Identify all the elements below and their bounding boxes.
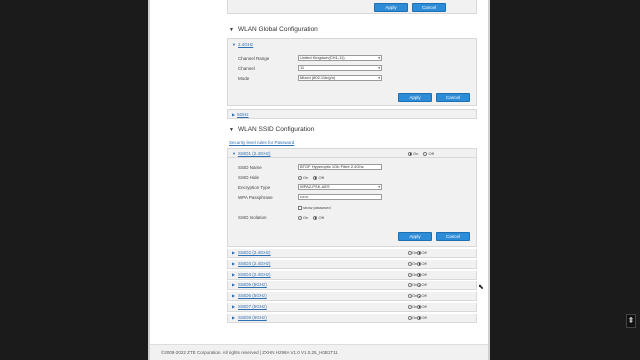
wlan-global-title[interactable]: ▼ WLAN Global Configuration	[229, 26, 318, 33]
channel-range-label: Channel Range	[238, 56, 270, 61]
chevron-down-icon: ▾	[378, 76, 380, 80]
checkbox-icon[interactable]	[298, 205, 302, 210]
channel-select[interactable]: 11 ▾	[298, 65, 382, 71]
ssid-row-label[interactable]: SSID6 (5GHz)	[238, 293, 267, 298]
band-24-header[interactable]: ▼ 2.4GHz	[228, 41, 476, 49]
band-5-header[interactable]: ▶ 5GHz	[228, 111, 476, 119]
radio-on-icon[interactable]	[408, 315, 412, 320]
chevron-down-icon: ▾	[378, 66, 380, 70]
ssid-row-radio[interactable]: On Off	[408, 304, 427, 309]
wlan-global-panel: ▼ 2.4GHz Channel Range United Kingdom(CH1…	[227, 38, 477, 106]
ssid-row[interactable]: ▶ SSID5 (5GHz) On Off	[227, 281, 477, 291]
radio-on-icon[interactable]	[298, 175, 302, 180]
wlan-ssid-title[interactable]: ▼ WLAN SSID Configuration	[229, 126, 314, 133]
isolation-label: SSID Isolation	[238, 215, 267, 220]
chevron-down-icon: ▾	[378, 56, 380, 60]
channel-label: Channel	[238, 66, 255, 71]
ssid-row[interactable]: ▶ SSID3 (2.4GHz) On Off	[227, 259, 477, 269]
channel-range-select[interactable]: United Kingdom(CH1-11) ▾	[298, 55, 382, 61]
radio-on-icon[interactable]	[408, 250, 412, 255]
expand-triangle-icon: ▶	[232, 271, 236, 277]
radio-off-icon[interactable]	[423, 151, 428, 156]
expand-triangle-icon: ▶	[232, 250, 236, 255]
ssid-row-label[interactable]: SSID2 (2.4GHz)	[238, 250, 271, 255]
passphrase-label: WPA Passphrase	[238, 195, 273, 200]
chevron-down-icon: ▾	[378, 185, 380, 189]
ssid-row-label[interactable]: SSID3 (2.4GHz)	[238, 261, 271, 266]
left-background	[0, 0, 150, 360]
top-apply-button[interactable]: Apply	[374, 3, 408, 12]
show-password-checkbox[interactable]: show password	[298, 205, 335, 210]
ssid-row-radio[interactable]: On Off	[408, 261, 427, 266]
expand-triangle-icon: ▼	[232, 42, 236, 47]
ssid-row-radio[interactable]: On Off	[408, 315, 427, 320]
mode-select[interactable]: Mixed (802.11b/g/n) ▾	[298, 75, 382, 81]
passphrase-input[interactable]: ••••••	[298, 194, 382, 200]
collapse-triangle-icon: ▼	[229, 27, 234, 33]
ssid-row-radio[interactable]: On Off	[408, 293, 427, 298]
ssid-name-label: SSID Name	[238, 165, 262, 170]
copyright-text: ©2008-2022 ZTE Corporation. All rights r…	[161, 350, 338, 355]
radio-on-icon[interactable]	[408, 261, 412, 266]
ssid-row-radio[interactable]: On Off	[408, 272, 427, 277]
band-5-panel: ▶ 5GHz	[227, 109, 477, 119]
radio-off-icon[interactable]	[313, 215, 318, 220]
ssid1-cancel-button[interactable]: Cancel	[436, 232, 470, 241]
expand-triangle-icon: ▶	[232, 293, 236, 299]
ssid1-enable-radio[interactable]: On Off	[408, 151, 438, 156]
expand-triangle-icon: ▶	[232, 304, 236, 309]
right-background	[488, 0, 640, 360]
ssid1-panel: ▼ SSID1 (2.4GHz) On Off SSID Name BTOF Hy…	[227, 148, 477, 247]
radio-on-icon[interactable]	[298, 215, 302, 220]
ssid-row-radio[interactable]: On Off	[408, 282, 427, 287]
ssid-row-radio[interactable]: On Off	[408, 250, 427, 255]
expand-triangle-icon: ▶	[232, 260, 236, 266]
expand-triangle-icon: ▶	[232, 112, 236, 117]
ssid-row-label[interactable]: SSID8 (5GHz)	[238, 315, 267, 320]
expand-triangle-icon: ▶	[232, 314, 236, 320]
ssid-row[interactable]: ▶ SSID2 (2.4GHz) On Off	[227, 249, 477, 258]
radio-on-icon[interactable]	[408, 272, 412, 277]
ssid-row[interactable]: ▶ SSID7 (5GHz) On Off	[227, 303, 477, 312]
ssid-name-input[interactable]: BTOF Hyperoptic 1Gb Fibre 2.4Ghz	[298, 164, 382, 170]
ssid-hide-radio[interactable]: On Off	[298, 175, 328, 180]
global-apply-button[interactable]: Apply	[398, 93, 432, 102]
footer: ©2008-2022 ZTE Corporation. All rights r…	[150, 344, 488, 360]
ssid-hide-label: SSID Hide	[238, 175, 260, 180]
global-cancel-button[interactable]: Cancel	[436, 93, 470, 102]
ssid-row-label[interactable]: SSID4 (2.4GHz)	[238, 272, 271, 277]
radio-on-icon[interactable]	[408, 304, 412, 309]
expand-triangle-icon: ▼	[232, 151, 236, 156]
ssid-row-label[interactable]: SSID5 (5GHz)	[238, 282, 267, 287]
ssid-row[interactable]: ▶ SSID8 (5GHz) On Off	[227, 313, 477, 323]
encryption-select[interactable]: WPA2-PSK-AES ▾	[298, 184, 382, 190]
ssid1-apply-button[interactable]: Apply	[398, 232, 432, 241]
mode-label: Mode	[238, 76, 250, 81]
ssid-row[interactable]: ▶ SSID4 (2.4GHz) On Off	[227, 270, 477, 280]
top-partial-panel: Apply Cancel	[227, 0, 477, 14]
isolation-radio[interactable]: On Off	[298, 215, 328, 220]
page-content: Apply Cancel ▼ WLAN Global Configuration …	[150, 0, 488, 360]
radio-on-icon[interactable]	[408, 151, 412, 156]
ssid1-header[interactable]: ▼ SSID1 (2.4GHz)	[228, 150, 476, 158]
radio-off-icon[interactable]	[417, 272, 422, 277]
ssid-row-label[interactable]: SSID7 (5GHz)	[238, 304, 267, 309]
encryption-label: Encryption Type	[238, 185, 271, 190]
collapse-triangle-icon: ▼	[229, 127, 234, 133]
mouse-pointer-icon: ⬉	[478, 284, 484, 291]
expand-triangle-icon: ▶	[232, 282, 236, 288]
radio-off-icon[interactable]	[313, 175, 318, 180]
security-rules-link[interactable]: Security level rules for Password	[229, 140, 294, 145]
ssid-row[interactable]: ▶ SSID6 (5GHz) On Off	[227, 292, 477, 302]
double-chevron-up-icon[interactable]: ⇞	[626, 314, 636, 328]
top-cancel-button[interactable]: Cancel	[412, 3, 446, 12]
